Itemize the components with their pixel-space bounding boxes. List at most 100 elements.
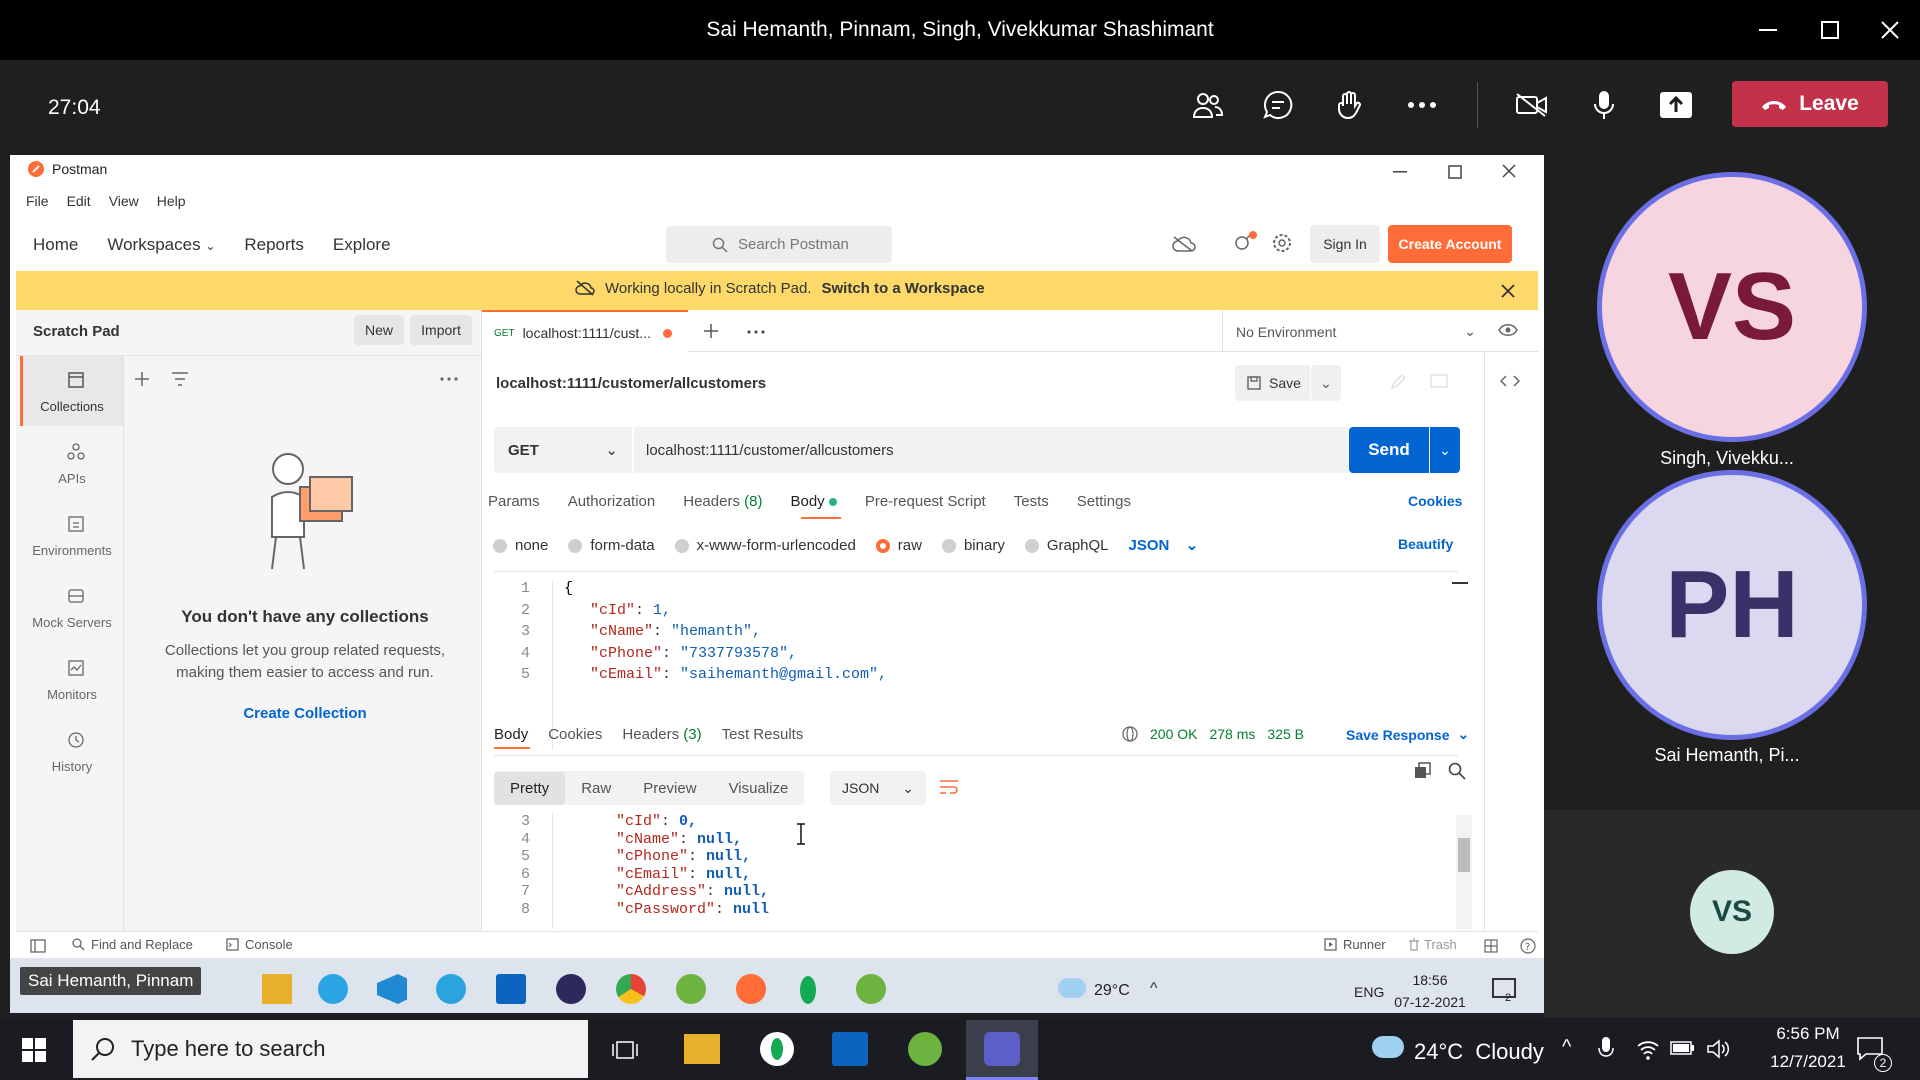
participant-avatar[interactable]: VS [1690,870,1774,954]
response-time[interactable]: 278 ms [1209,726,1255,742]
environments-icon[interactable] [67,515,85,533]
history-icon[interactable] [67,731,85,749]
response-size[interactable]: 325 B [1267,726,1304,742]
nav-reports[interactable]: Reports [244,235,304,255]
response-format-selector[interactable]: JSON ⌄ [830,771,926,805]
tab-more-icon[interactable] [747,330,765,334]
trash-button[interactable]: Trash [1408,937,1457,952]
shared-weather[interactable]: 29°C [1094,982,1130,1000]
resp-tab-headers[interactable]: Headers (3) [622,726,701,743]
radio-binary[interactable]: binary [941,537,1005,554]
tab-settings[interactable]: Settings [1077,493,1131,510]
create-collection-link[interactable]: Create Collection [128,705,482,722]
switch-workspace-link[interactable]: Switch to a Workspace [821,280,984,297]
tab-params[interactable]: Params [488,493,540,510]
help-icon[interactable]: ? [1520,938,1536,954]
banner-close-icon[interactable] [1501,284,1515,298]
more-icon[interactable] [440,377,458,381]
radio-raw[interactable]: raw [875,537,922,554]
participant-avatar[interactable]: PH [1597,470,1867,740]
save-response-button[interactable]: Save Response ⌄ [1346,726,1469,743]
two-pane-icon[interactable] [1484,939,1498,953]
app-icon[interactable] [318,974,348,1004]
toggle-sidebar-icon[interactable] [30,939,46,953]
radio-none[interactable]: none [493,537,548,554]
app-icon[interactable] [760,1032,794,1066]
sign-in-button[interactable]: Sign In [1310,225,1380,263]
code-icon[interactable] [1500,373,1520,389]
participants-icon[interactable] [1184,82,1230,128]
sidebar-item-collections[interactable] [20,356,123,426]
menu-file[interactable]: File [26,193,49,209]
taskbar-weather[interactable]: 24°C Cloudy [1414,1039,1544,1065]
environment-selector[interactable]: No Environment ⌄ [1236,323,1476,340]
mongodb-icon[interactable] [800,976,816,1004]
sidebar-item-label[interactable]: History [20,759,124,774]
url-input[interactable]: localhost:1111/customer/allcustomers [634,427,1348,473]
search-icon[interactable] [1448,762,1466,780]
menu-view[interactable]: View [109,193,139,209]
participant-avatar[interactable]: VS [1597,172,1867,442]
postman-taskbar-icon[interactable] [736,974,766,1004]
camera-off-icon[interactable] [1509,82,1555,128]
tab-authorization[interactable]: Authorization [568,493,656,510]
spring-icon[interactable] [908,1032,942,1066]
sidebar-item-label[interactable]: Monitors [20,687,124,702]
chat-icon[interactable] [1255,82,1301,128]
chrome-icon[interactable] [616,974,646,1004]
new-tab-icon[interactable] [704,324,718,338]
outlook-icon[interactable] [496,974,526,1004]
send-button[interactable]: Send [1349,427,1429,473]
runner-button[interactable]: Runner [1324,937,1386,952]
sidebar-item-label[interactable]: APIs [20,471,124,486]
view-pretty[interactable]: Pretty [494,771,566,805]
taskbar-date[interactable]: 12/7/2021 [1748,1052,1868,1072]
eye-icon[interactable] [1498,323,1518,337]
file-explorer-icon[interactable] [262,974,292,1004]
save-dropdown-icon[interactable]: ⌄ [1311,365,1341,401]
menu-help[interactable]: Help [157,193,186,209]
save-button[interactable]: Save [1235,365,1310,401]
wrap-lines-icon[interactable] [938,777,960,797]
response-scrollbar[interactable] [1456,815,1472,929]
minimize-icon[interactable] [1393,171,1407,173]
tab-pre-request-script[interactable]: Pre-request Script [865,493,986,510]
view-preview[interactable]: Preview [627,772,712,805]
apis-icon[interactable] [67,443,85,461]
radio-form-data[interactable]: form-data [568,537,655,554]
nav-home[interactable]: Home [33,235,78,255]
task-view-icon[interactable] [612,1038,638,1062]
sidebar-item-label[interactable]: Mock Servers [20,615,124,630]
import-button[interactable]: Import [410,315,472,345]
monitors-icon[interactable] [67,659,85,677]
create-account-button[interactable]: Create Account [1388,225,1512,263]
chevron-up-icon[interactable]: ^ [1150,980,1158,998]
share-screen-icon[interactable] [1653,82,1699,128]
sidebar-item-label[interactable]: Environments [20,543,124,558]
resp-tab-test-results[interactable]: Test Results [722,726,804,743]
cloud-offline-icon[interactable] [1172,235,1196,253]
gear-icon[interactable] [1272,233,1292,253]
speaker-icon[interactable] [1706,1038,1730,1060]
close-icon[interactable] [1872,12,1908,48]
body-format-selector[interactable]: JSON ⌄ [1129,536,1199,554]
nav-explore[interactable]: Explore [333,235,391,255]
tab-headers[interactable]: Headers (8) [683,493,762,510]
notification-icon[interactable] [1492,978,1516,998]
copy-icon[interactable] [1414,762,1432,780]
taskbar-search-input[interactable]: Type here to search [73,1020,588,1078]
plus-icon[interactable] [134,371,150,387]
tab-tests[interactable]: Tests [1014,493,1049,510]
shared-time[interactable]: 18:56 [1398,972,1462,988]
search-input[interactable]: Search Postman [666,226,892,263]
scrollbar-thumb[interactable] [1458,838,1470,872]
microphone-icon[interactable] [1598,1036,1614,1062]
eclipse-icon[interactable] [556,974,586,1004]
outlook-icon[interactable] [832,1032,868,1066]
comment-icon[interactable] [1430,373,1448,391]
mock-servers-icon[interactable] [67,587,85,605]
resp-tab-cookies[interactable]: Cookies [548,726,602,743]
view-raw[interactable]: Raw [565,772,627,805]
wifi-icon[interactable] [1636,1038,1660,1060]
console-button[interactable]: Console [226,937,293,952]
